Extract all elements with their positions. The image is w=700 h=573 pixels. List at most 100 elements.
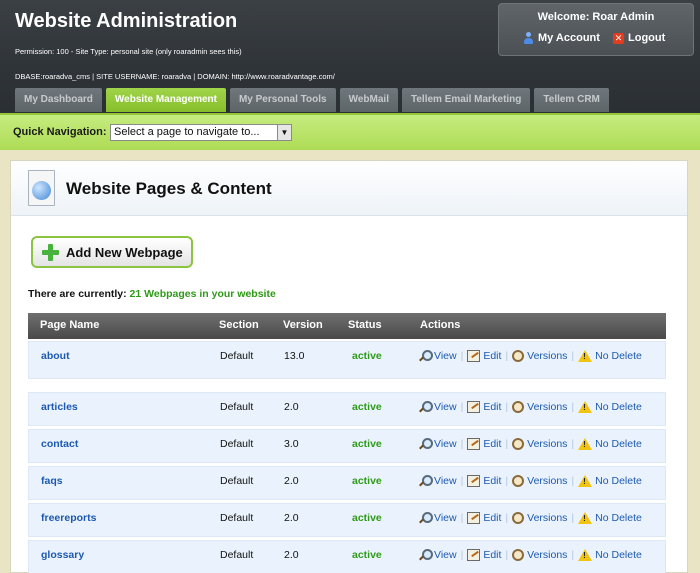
page-section: Default [220,512,254,524]
row-actions: View | Edit | Versions | No Delete [419,401,642,413]
separator: | [505,438,509,450]
edit-action[interactable]: Edit [467,350,501,362]
add-new-webpage-button[interactable]: Add New Webpage [31,236,193,268]
edit-icon [467,350,481,362]
page-name-link[interactable]: freereports [41,512,96,524]
edit-action[interactable]: Edit [467,475,501,487]
view-label: View [434,512,457,524]
view-action[interactable]: View [419,549,457,561]
clock-icon [512,350,525,362]
quick-navigation-bar: Quick Navigation: Select a page to navig… [0,113,700,150]
warning-icon [578,475,593,487]
versions-action[interactable]: Versions [512,401,567,413]
chevron-down-icon: ▼ [277,125,291,140]
page-section: Default [220,549,254,561]
edit-label: Edit [483,549,502,561]
page-status: active [352,401,382,413]
row-actions: View | Edit | Versions | No Delete [419,350,642,362]
no-delete-action[interactable]: No Delete [578,512,642,524]
page-status: active [352,549,382,561]
edit-icon [467,512,481,524]
quick-navigation-select[interactable]: Select a page to navigate to... ▼ [110,124,292,141]
top-header: Website Administration Permission: 100 -… [0,0,700,113]
tab-webmail[interactable]: WebMail [339,88,398,112]
view-action[interactable]: View [419,401,457,413]
no-delete-action[interactable]: No Delete [578,475,642,487]
page-name-link[interactable]: articles [41,401,78,413]
separator: | [460,475,464,487]
page-name-link[interactable]: contact [41,438,78,450]
edit-action[interactable]: Edit [467,512,501,524]
table-header: Page Name Section Version Status Actions [28,313,666,339]
plus-icon [42,243,59,261]
site-title: Website Administration [15,10,238,32]
page-name-link[interactable]: about [41,350,70,362]
no-delete-action[interactable]: No Delete [578,549,642,561]
page-name-link[interactable]: faqs [41,475,63,487]
table-row: glossary Default 2.0 active View | Edit … [28,540,666,573]
my-account-link[interactable]: My Account [523,32,600,44]
page-status: active [352,475,382,487]
view-action[interactable]: View [419,438,457,450]
view-action[interactable]: View [419,512,457,524]
versions-action[interactable]: Versions [512,438,567,450]
table-row: contact Default 3.0 active View | Edit |… [28,429,666,463]
separator: | [460,401,464,413]
page-status: active [352,438,382,450]
page-section: Default [220,438,254,450]
no-delete-action[interactable]: No Delete [578,438,642,450]
versions-action[interactable]: Versions [512,549,567,561]
count-value: 21 Webpages in your website [129,288,276,300]
view-action[interactable]: View [419,350,457,362]
tab-my-personal-tools[interactable]: My Personal Tools [229,88,336,112]
warning-icon [578,512,593,524]
tab-tellem-crm[interactable]: Tellem CRM [534,88,609,112]
no-delete-label: No Delete [595,438,642,450]
no-delete-action[interactable]: No Delete [578,350,642,362]
table-row: freereports Default 2.0 active View | Ed… [28,503,666,537]
magnifier-icon [419,512,433,524]
magnifier-icon [419,549,433,561]
header-status: Status [348,319,382,331]
quick-navigation-label: Quick Navigation: [13,126,107,138]
versions-label: Versions [527,512,568,524]
separator: | [460,512,464,524]
view-label: View [434,438,457,450]
page-section: Default [220,350,254,362]
page-version: 13.0 [284,350,305,362]
versions-action[interactable]: Versions [512,350,567,362]
header-page-name: Page Name [40,319,100,331]
separator: | [460,549,464,561]
clock-icon [512,549,525,561]
tab-website-management[interactable]: Website Management [105,88,226,112]
tab-tellem-email-marketing[interactable]: Tellem Email Marketing [401,88,531,112]
page-version: 3.0 [284,438,299,450]
page-version: 2.0 [284,549,299,561]
separator: | [505,401,509,413]
no-delete-label: No Delete [595,401,642,413]
edit-action[interactable]: Edit [467,549,501,561]
versions-action[interactable]: Versions [512,512,567,524]
view-label: View [434,475,457,487]
page-section: Default [220,475,254,487]
edit-action[interactable]: Edit [467,401,501,413]
header-version: Version [283,319,323,331]
no-delete-action[interactable]: No Delete [578,401,642,413]
warning-icon [578,350,593,362]
user-box: Welcome: Roar Admin My Account ✕ Logout [498,3,694,56]
count-prefix: There are currently: [28,288,127,300]
separator: | [505,475,509,487]
page-name-link[interactable]: glossary [41,549,84,561]
main-tabs: My Dashboard Website Management My Perso… [15,88,609,112]
logout-link[interactable]: ✕ Logout [613,32,665,44]
edit-label: Edit [483,475,502,487]
separator: | [571,475,575,487]
page-globe-icon [28,170,55,206]
versions-action[interactable]: Versions [512,475,567,487]
versions-label: Versions [527,401,568,413]
edit-icon [467,549,481,561]
add-new-webpage-label: Add New Webpage [66,244,183,260]
tab-my-dashboard[interactable]: My Dashboard [15,88,102,112]
view-action[interactable]: View [419,475,457,487]
edit-action[interactable]: Edit [467,438,501,450]
